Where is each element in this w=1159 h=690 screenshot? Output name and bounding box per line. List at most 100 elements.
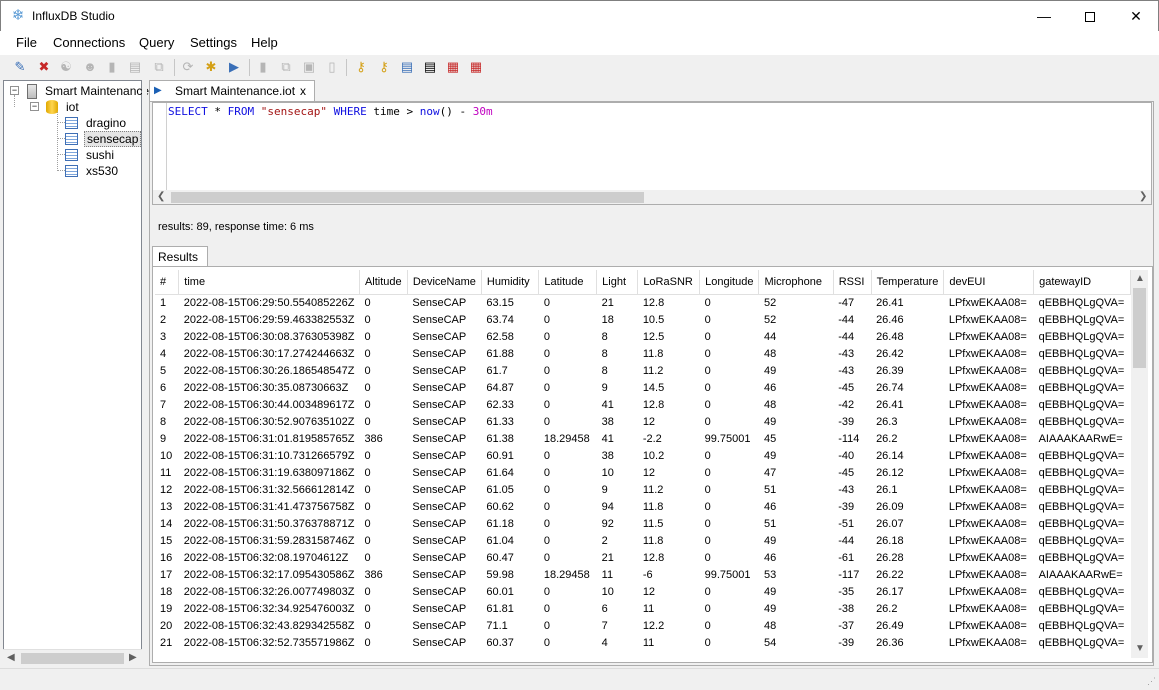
table-cell[interactable]: 63.74 [481, 311, 539, 328]
table-cell[interactable]: LPfxwEKAA08= [944, 617, 1034, 634]
table-cell[interactable]: 0 [700, 549, 759, 566]
table-cell[interactable]: 2022-08-15T06:32:08.19704612Z [179, 549, 360, 566]
table-cell[interactable]: qEBBHQLgQVA= [1034, 617, 1131, 634]
table-cell[interactable]: 60.01 [481, 583, 539, 600]
table-cell[interactable]: 0 [700, 634, 759, 651]
table-cell[interactable]: 61.05 [481, 481, 539, 498]
table-cell[interactable]: 14.5 [638, 379, 700, 396]
table-cell[interactable]: 38 [597, 447, 638, 464]
table-row[interactable]: 8 2022-08-15T06:30:52.907635102Z 0 SenseCAP… [155, 413, 1131, 430]
table-cell[interactable]: 0 [539, 481, 597, 498]
table-cell[interactable]: qEBBHQLgQVA= [1034, 396, 1131, 413]
table-row[interactable]: 6 2022-08-15T06:30:35.08730663Z 0 SenseCAP 6… [155, 379, 1131, 396]
table-cell[interactable]: 41 [597, 396, 638, 413]
table-cell[interactable]: 60.47 [481, 549, 539, 566]
maximize-button[interactable] [1067, 1, 1113, 31]
table-cell[interactable]: 0 [700, 413, 759, 430]
table-cell[interactable]: 2022-08-15T06:32:34.925476003Z [179, 600, 360, 617]
table-cell[interactable]: -2.2 [638, 430, 700, 447]
query-editor[interactable]: SELECT * FROM "sensecap" WHERE time > no… [152, 102, 1152, 205]
table-row[interactable]: 5 2022-08-15T06:30:26.186548547Z 0 SenseCAP… [155, 362, 1131, 379]
table-cell[interactable]: 0 [539, 634, 597, 651]
table-cell[interactable]: 11 [638, 600, 700, 617]
table-cell[interactable]: 61.88 [481, 345, 539, 362]
table-cell[interactable]: 4 [597, 634, 638, 651]
table-cell[interactable]: 26.74 [871, 379, 944, 396]
table-cell[interactable]: LPfxwEKAA08= [944, 634, 1034, 651]
table-row[interactable]: 9 2022-08-15T06:31:01.819585765Z 386 SenseC… [155, 430, 1131, 447]
resize-grip-icon[interactable]: ⋰ [1147, 676, 1156, 687]
table-cell[interactable]: 26.28 [871, 549, 944, 566]
table-cell[interactable]: 48 [759, 396, 833, 413]
scrollbar-thumb[interactable] [21, 653, 124, 664]
close-button[interactable]: ✕ [1113, 1, 1159, 31]
table-cell[interactable]: 2022-08-15T06:31:10.731266579Z [179, 447, 360, 464]
tag-keys-icon[interactable]: ▤ [422, 59, 438, 75]
table-cell[interactable]: 2022-08-15T06:32:26.007749803Z [179, 583, 360, 600]
column-header[interactable]: # [155, 270, 180, 295]
table-cell[interactable]: 0 [700, 515, 759, 532]
table-cell[interactable]: SenseCAP [407, 430, 481, 447]
table-cell[interactable]: SenseCAP [407, 294, 481, 311]
table-cell[interactable]: 48 [759, 345, 833, 362]
table-cell[interactable]: -117 [833, 566, 871, 583]
editor-horizontal-scrollbar[interactable]: ❮ ❯ [153, 190, 1151, 204]
table-cell[interactable]: SenseCAP [407, 617, 481, 634]
table-cell[interactable]: 12.2 [638, 617, 700, 634]
table-cell[interactable]: 2022-08-15T06:29:59.463382553Z [179, 311, 360, 328]
table-cell[interactable]: 0 [539, 515, 597, 532]
column-header[interactable]: Humidity [481, 270, 540, 295]
tree-measurement-sushi[interactable]: sushi [65, 147, 116, 163]
table-cell[interactable]: 0 [359, 549, 407, 566]
scrollbar-thumb[interactable] [171, 192, 644, 203]
run-icon[interactable]: ✱ [203, 59, 219, 75]
column-header[interactable]: Light [596, 270, 639, 295]
table-cell[interactable]: SenseCAP [407, 600, 481, 617]
table-cell[interactable]: 2022-08-15T06:30:35.08730663Z [179, 379, 360, 396]
table-cell[interactable]: 13 [155, 498, 179, 515]
table-cell[interactable]: 51 [759, 481, 833, 498]
table-cell[interactable]: -114 [833, 430, 871, 447]
table-cell[interactable]: 45 [759, 430, 833, 447]
table-cell[interactable]: 0 [359, 345, 407, 362]
table-cell[interactable]: 0 [539, 549, 597, 566]
table-row[interactable]: 19 2022-08-15T06:32:34.925476003Z 0 SenseCA… [155, 600, 1131, 617]
table-row[interactable]: 1 2022-08-15T06:29:50.554085226Z 0 SenseCAP… [155, 294, 1131, 311]
drop-db-icon[interactable]: ⧉ [278, 59, 294, 75]
table-cell[interactable]: 26.2 [871, 430, 944, 447]
table-cell[interactable]: qEBBHQLgQVA= [1034, 515, 1131, 532]
tree-connection[interactable]: Smart Maintenance [27, 83, 151, 99]
tab-query-document[interactable]: ▶ Smart Maintenance.iot x [149, 80, 315, 101]
table-cell[interactable]: 12.8 [638, 294, 700, 311]
column-header[interactable]: gatewayID [1033, 270, 1131, 295]
refresh-icon[interactable]: ⟳ [180, 59, 196, 75]
table-cell[interactable]: 3 [155, 328, 179, 345]
table-cell[interactable]: LPfxwEKAA08= [944, 447, 1034, 464]
table-cell[interactable]: qEBBHQLgQVA= [1034, 447, 1131, 464]
collapse-connection-toggle[interactable]: − [10, 86, 19, 95]
table-cell[interactable]: SenseCAP [407, 464, 481, 481]
table-cell[interactable]: 11.8 [638, 532, 700, 549]
table-cell[interactable]: -39 [833, 634, 871, 651]
table-cell[interactable]: -35 [833, 583, 871, 600]
table-cell[interactable]: 0 [359, 294, 407, 311]
table-cell[interactable]: LPfxwEKAA08= [944, 481, 1034, 498]
table-cell[interactable]: 12.5 [638, 328, 700, 345]
table-cell[interactable]: 26.09 [871, 498, 944, 515]
table-cell[interactable]: AIAAAKAARwE= [1034, 566, 1131, 583]
copy-icon[interactable]: ⧉ [151, 59, 167, 75]
table-cell[interactable]: LPfxwEKAA08= [944, 311, 1034, 328]
table-cell[interactable]: 8 [155, 413, 179, 430]
table-cell[interactable]: 12.8 [638, 549, 700, 566]
multi-key-icon[interactable]: ⚷ [376, 59, 392, 75]
table-cell[interactable]: 26.36 [871, 634, 944, 651]
table-cell[interactable]: 0 [700, 328, 759, 345]
table-cell[interactable]: 0 [700, 379, 759, 396]
table-cell[interactable]: 26.18 [871, 532, 944, 549]
table-cell[interactable]: 12 [638, 583, 700, 600]
table-cell[interactable]: -39 [833, 413, 871, 430]
table-cell[interactable]: 38 [597, 413, 638, 430]
table-cell[interactable]: 19 [155, 600, 179, 617]
table-cell[interactable]: 0 [539, 583, 597, 600]
table-cell[interactable]: 0 [700, 294, 759, 311]
